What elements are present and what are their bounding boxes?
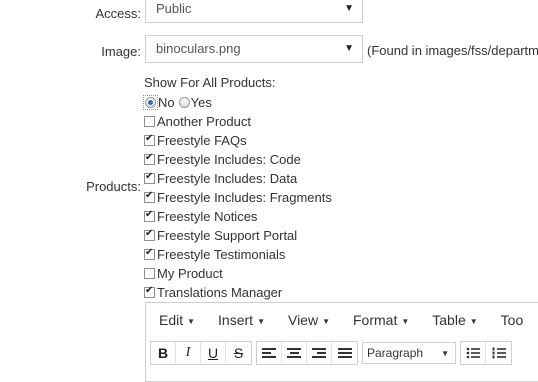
product-label: My Product xyxy=(157,266,223,281)
align-justify-icon[interactable] xyxy=(332,342,357,364)
chevron-down-icon: ▼ xyxy=(441,348,449,358)
image-select[interactable]: binoculars.png ▼ xyxy=(145,35,363,63)
radio-yes[interactable] xyxy=(178,96,190,108)
editor-toolbar: B I U S Paragraph ▼ xyxy=(150,340,516,366)
rich-text-editor: Edit ▼ Insert ▼ View ▼ Format ▼ Table ▼ Too B… xyxy=(145,302,538,382)
product-label: Another Product xyxy=(157,114,251,129)
product-label: Freestyle Includes: Fragments xyxy=(157,190,332,205)
access-select-value: Public xyxy=(156,1,192,16)
strikethrough-button[interactable]: S xyxy=(226,342,251,364)
menu-format[interactable]: Format ▼ xyxy=(353,312,409,328)
product-checkbox[interactable] xyxy=(144,268,155,279)
list-group xyxy=(460,341,512,365)
image-path-note: (Found in images/fss/departm xyxy=(367,43,538,58)
product-label: Freestyle FAQs xyxy=(157,133,247,148)
radio-yes-label[interactable]: Yes xyxy=(191,95,212,110)
radio-no-label[interactable]: No xyxy=(158,95,175,110)
paragraph-format-select[interactable]: Paragraph ▼ xyxy=(362,342,456,364)
bold-button[interactable]: B xyxy=(151,342,176,364)
products-label: Products: xyxy=(86,179,141,194)
text-style-group: B I U S xyxy=(150,341,252,365)
chevron-down-icon: ▼ xyxy=(257,316,265,326)
menu-tools[interactable]: Too xyxy=(501,312,524,328)
chevron-down-icon: ▼ xyxy=(469,316,478,326)
product-checkbox[interactable] xyxy=(144,285,155,298)
product-label: Freestyle Support Portal xyxy=(157,228,298,243)
menu-edit[interactable]: Edit ▼ xyxy=(159,312,195,328)
paragraph-format-value: Paragraph xyxy=(367,346,424,360)
image-label: Image: xyxy=(101,44,141,59)
product-label: Freestyle Notices xyxy=(157,209,258,224)
chevron-down-icon: ▼ xyxy=(344,43,354,54)
product-checkbox[interactable] xyxy=(144,152,155,165)
access-label: Access: xyxy=(95,6,141,21)
align-right-icon[interactable] xyxy=(307,342,332,364)
chevron-down-icon: ▼ xyxy=(344,3,354,14)
product-checkbox[interactable] xyxy=(144,133,155,146)
product-item[interactable]: Freestyle Includes: Fragments xyxy=(144,188,332,207)
product-item[interactable]: Freestyle Support Portal xyxy=(144,226,332,245)
product-checkbox[interactable] xyxy=(144,190,155,203)
menu-view[interactable]: View ▼ xyxy=(288,312,330,328)
product-checkbox[interactable] xyxy=(144,209,155,222)
product-item[interactable]: Translations Manager xyxy=(144,283,332,302)
product-checkbox[interactable] xyxy=(144,116,155,127)
product-item[interactable]: My Product xyxy=(144,264,332,283)
product-checkbox[interactable] xyxy=(144,171,155,184)
underline-button[interactable]: U xyxy=(201,342,226,364)
radio-no[interactable] xyxy=(145,96,156,108)
product-checklist: Another Product Freestyle FAQs Freestyle… xyxy=(144,112,332,302)
menu-table[interactable]: Table ▼ xyxy=(432,312,477,328)
alignment-group xyxy=(256,341,358,365)
product-item[interactable]: Another Product xyxy=(144,112,332,131)
chevron-down-icon: ▼ xyxy=(322,316,330,326)
radio-no-wrap[interactable] xyxy=(143,94,158,110)
product-label: Freestyle Includes: Data xyxy=(157,171,298,186)
product-item[interactable]: Freestyle FAQs xyxy=(144,131,332,150)
menu-insert[interactable]: Insert ▼ xyxy=(218,312,265,328)
image-select-value: binoculars.png xyxy=(156,41,241,56)
product-item[interactable]: Freestyle Includes: Data xyxy=(144,169,332,188)
product-checkbox[interactable] xyxy=(144,247,155,260)
italic-button[interactable]: I xyxy=(176,342,201,364)
align-left-icon[interactable] xyxy=(257,342,282,364)
chevron-down-icon: ▼ xyxy=(187,316,196,326)
show-for-all-heading: Show For All Products: xyxy=(144,75,276,90)
product-item[interactable]: Freestyle Notices xyxy=(144,207,332,226)
align-center-icon[interactable] xyxy=(282,342,307,364)
product-checkbox[interactable] xyxy=(144,228,155,241)
show-for-all-radios: No Yes xyxy=(143,94,212,110)
product-item[interactable]: Freestyle Testimonials xyxy=(144,245,332,264)
bullet-list-icon[interactable] xyxy=(461,342,486,364)
product-label: Freestyle Includes: Code xyxy=(157,152,301,167)
product-label: Freestyle Testimonials xyxy=(157,247,286,262)
product-label: Translations Manager xyxy=(157,285,283,300)
product-item[interactable]: Freestyle Includes: Code xyxy=(144,150,332,169)
editor-menubar: Edit ▼ Insert ▼ View ▼ Format ▼ Table ▼ Too xyxy=(146,303,538,337)
access-select[interactable]: Public ▼ xyxy=(145,0,363,23)
numbered-list-icon[interactable] xyxy=(486,342,511,364)
chevron-down-icon: ▼ xyxy=(401,316,410,326)
